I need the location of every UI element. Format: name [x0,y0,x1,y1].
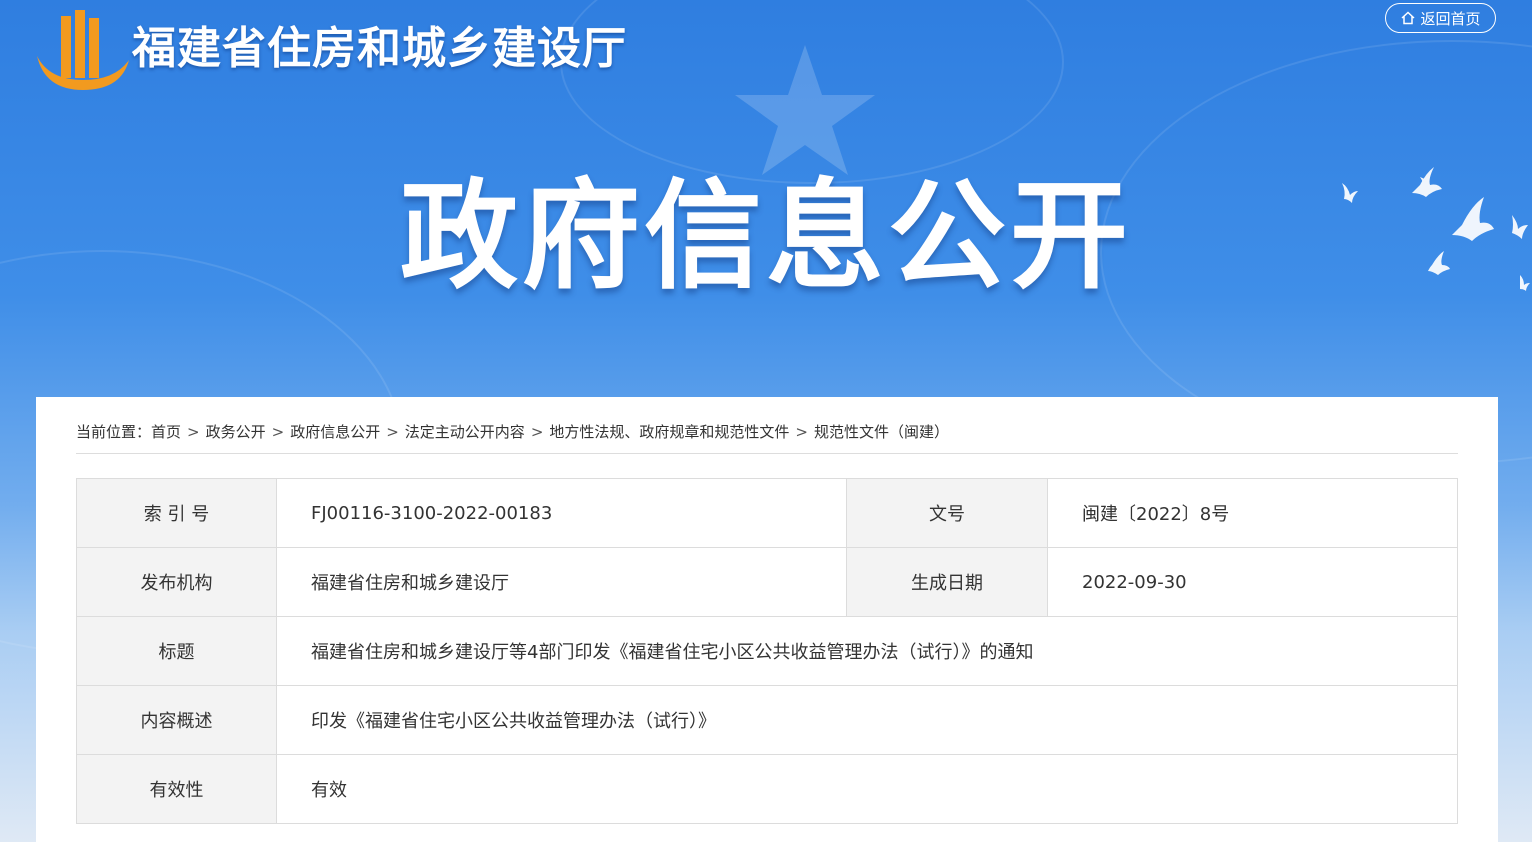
table-row: 索 引 号 FJ00116-3100-2022-00183 文号 闽建〔2022… [76,478,1458,548]
breadcrumb-separator: > [530,423,544,441]
content-panel: 当前位置：首页 > 政务公开 > 政府信息公开 > 法定主动公开内容 > 地方性法规、政府规章和… [36,397,1498,842]
table-row: 有效性 有效 [76,754,1458,824]
breadcrumb: 当前位置：首页 > 政务公开 > 政府信息公开 > 法定主动公开内容 > 地方性法规、政府规章和… [76,421,1458,442]
document-number-label: 文号 [846,478,1048,548]
breadcrumb-separator: > [187,423,200,441]
breadcrumb-prefix: 当前位置： [76,423,152,441]
divider [76,453,1458,454]
home-button-label: 返回首页 [1420,9,1481,28]
summary-value: 印发《福建省住宅小区公共收益管理办法（试行）》 [276,685,1458,755]
banner-title: 政府信息公开 [399,167,1132,305]
home-button[interactable]: 返回首页 [1385,3,1496,33]
index-number-label: 索 引 号 [76,478,277,548]
document-meta-table: 索 引 号 FJ00116-3100-2022-00183 文号 闽建〔2022… [76,478,1458,824]
date-label: 生成日期 [846,547,1048,617]
table-row: 内容概述 印发《福建省住宅小区公共收益管理办法（试行）》 [76,685,1458,755]
breadcrumb-item-statutory[interactable]: 法定主动公开内容 [405,423,525,441]
logo-icon [37,10,129,90]
breadcrumb-item-home[interactable]: 首页 [151,423,181,441]
document-number-value: 闽建〔2022〕8号 [1047,478,1458,548]
title-value: 福建省住房和城乡建设厅等4部门印发《福建省住宅小区公共收益管理办法（试行）》的通… [276,616,1458,686]
index-number-value: FJ00116-3100-2022-00183 [276,478,847,548]
table-row: 发布机构 福建省住房和城乡建设厅 生成日期 2022-09-30 [76,547,1458,617]
date-value: 2022-09-30 [1047,547,1458,617]
breadcrumb-item-normative-docs[interactable]: 规范性文件（闽建） [814,423,949,441]
publisher-label: 发布机构 [76,547,277,617]
title-label: 标题 [76,616,277,686]
table-row: 标题 福建省住房和城乡建设厅等4部门印发《福建省住宅小区公共收益管理办法（试行）… [76,616,1458,686]
site-title: 福建省住房和城乡建设厅 [132,23,627,74]
breadcrumb-separator: > [271,423,285,441]
breadcrumb-separator: > [386,423,399,441]
home-icon [1401,11,1415,25]
breadcrumb-item-regulations[interactable]: 地方性法规、政府规章和规范性文件 [549,423,789,441]
validity-value: 有效 [276,754,1458,824]
validity-label: 有效性 [76,754,277,824]
breadcrumb-item-gov-affairs[interactable]: 政务公开 [206,423,266,441]
summary-label: 内容概述 [76,685,277,755]
breadcrumb-item-info-disclosure[interactable]: 政府信息公开 [290,423,380,441]
publisher-value: 福建省住房和城乡建设厅 [276,547,847,617]
breadcrumb-separator: > [795,423,808,441]
